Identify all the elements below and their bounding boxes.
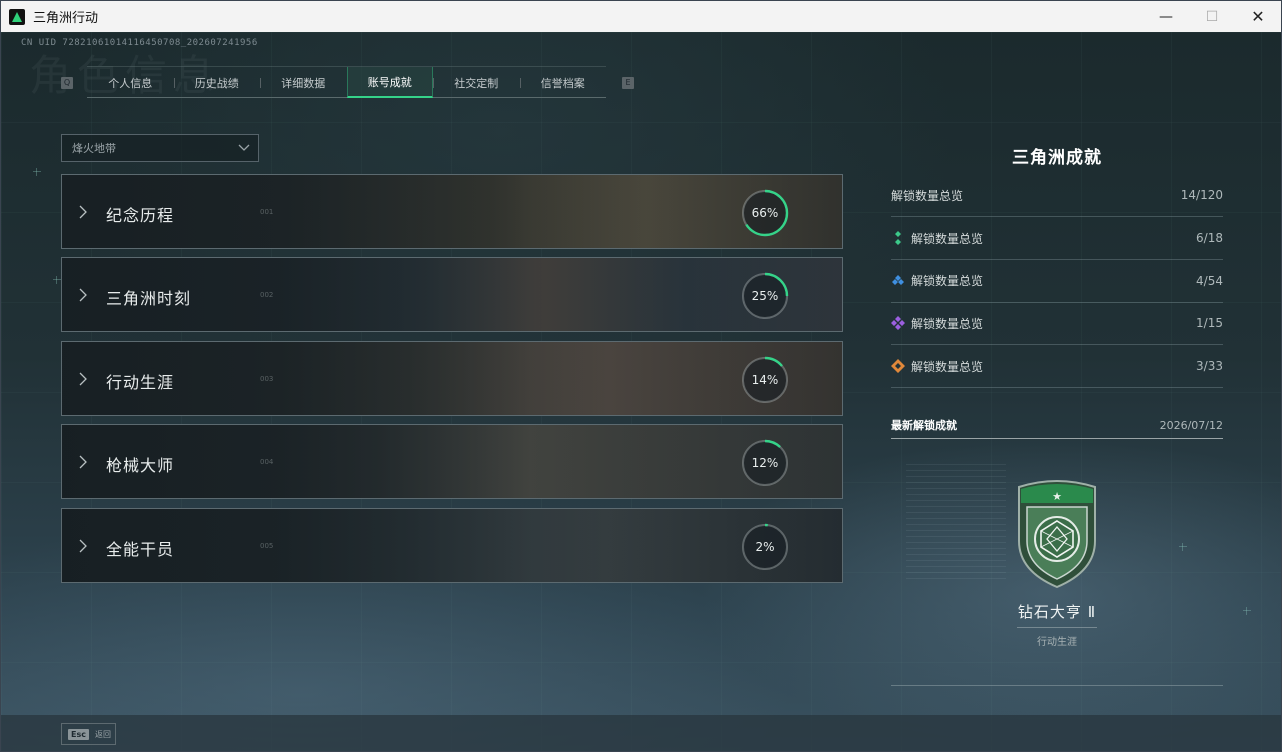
- deco-scanlines: [906, 464, 1006, 584]
- tab-prev-key-q[interactable]: Q: [61, 77, 73, 89]
- tier-value: 6/18: [1196, 231, 1223, 245]
- row-shade: [62, 425, 842, 499]
- achievement-category-row[interactable]: 三角洲时刻 002 25%: [61, 257, 843, 333]
- deco-crosshair: [1243, 607, 1251, 615]
- progress-percent: 12%: [751, 456, 779, 471]
- svg-text:★: ★: [1052, 490, 1062, 503]
- row-shade: [62, 341, 842, 415]
- category-index: 005: [260, 541, 274, 550]
- category-label: 纪念历程: [106, 206, 175, 225]
- category-index: 001: [260, 208, 274, 216]
- close-button[interactable]: ✕: [1235, 1, 1281, 32]
- achievement-badge-icon[interactable]: ★: [1013, 479, 1101, 589]
- achievement-category-row[interactable]: 全能干员 005 2%: [61, 507, 843, 583]
- tier-value: 3/33: [1196, 359, 1223, 374]
- blue-gem-icon: [892, 274, 904, 285]
- progress-percent: 66%: [751, 206, 779, 220]
- minimize-button[interactable]: —: [1143, 1, 1189, 32]
- divider: [1017, 627, 1097, 628]
- latest-achievement-header: 最新解锁成就 2026/07/12: [891, 412, 1223, 439]
- tier-value: 4/54: [1196, 273, 1223, 288]
- progress-percent: 2%: [755, 539, 775, 554]
- progress-percent: 25%: [751, 289, 779, 304]
- main-stage: 角色信息 CN UID 72821061014116450708_2026072…: [1, 32, 1281, 751]
- esc-key-hint: Esc: [68, 728, 89, 740]
- row-shade: [62, 508, 842, 582]
- summary-tier-row: 解锁数量总览 3/33: [891, 345, 1223, 389]
- account-uid: CN UID 72821061014116450708_202607241956: [21, 38, 258, 48]
- chevron-right-icon: [79, 455, 87, 469]
- chevron-right-icon: [79, 372, 87, 386]
- chevron-right-icon: [79, 539, 87, 553]
- tab-2[interactable]: 详细数据: [260, 67, 347, 98]
- summary-total-value: 14/120: [1180, 188, 1223, 202]
- summary-title: 三角洲成就: [1012, 148, 1102, 168]
- latest-achievement-category: 行动生涯: [1037, 637, 1077, 648]
- category-label: 行动生涯: [106, 372, 175, 392]
- summary-tier-row: 解锁数量总览 1/15: [891, 302, 1223, 346]
- divider: [891, 685, 1223, 686]
- category-index: 003: [260, 374, 274, 383]
- deco-crosshair: [1179, 543, 1187, 551]
- tab-0[interactable]: 个人信息: [87, 67, 174, 98]
- tier-label: 解锁数量总览: [911, 359, 984, 374]
- row-shade: [62, 175, 842, 248]
- mode-select-dropdown[interactable]: 烽火地带: [61, 134, 259, 162]
- back-label: 返回: [94, 729, 111, 739]
- title-bar: 三角洲行动 — ☐ ✕: [1, 1, 1281, 32]
- tab-4[interactable]: 社交定制: [433, 67, 520, 98]
- deco-crosshair: [53, 276, 61, 284]
- category-label: 枪械大师: [106, 456, 175, 476]
- achievement-category-row[interactable]: 纪念历程 001 66%: [61, 174, 843, 249]
- window-title: 三角洲行动: [33, 11, 99, 26]
- progress-percent: 14%: [751, 372, 779, 387]
- tier-label: 解锁数量总览: [911, 274, 984, 289]
- tier-label: 解锁数量总览: [911, 316, 984, 331]
- tab-bar: 个人信息 历史战绩 详细数据 账号成就 社交定制 信誉档案: [87, 66, 606, 98]
- green-gem-icon: [895, 231, 901, 245]
- latest-date: 2026/07/12: [1159, 418, 1223, 432]
- tab-next-key-e[interactable]: E: [622, 77, 634, 89]
- category-label: 三角洲时刻: [106, 289, 192, 309]
- tab-5[interactable]: 信誉档案: [519, 67, 607, 98]
- latest-heading: 最新解锁成就: [891, 419, 957, 432]
- tier-label: 解锁数量总览: [911, 231, 984, 246]
- summary-total-label: 解锁数量总览: [891, 188, 964, 203]
- chevron-right-icon: [79, 288, 87, 302]
- achievement-category-row[interactable]: 枪械大师 004 12%: [61, 424, 843, 500]
- tab-3[interactable]: 账号成就: [346, 67, 433, 98]
- latest-achievement-name: 钻石大亨 Ⅱ: [1017, 603, 1097, 621]
- category-index: 002: [260, 291, 274, 300]
- tab-1[interactable]: 历史战绩: [173, 67, 261, 98]
- deco-crosshair: [33, 168, 41, 176]
- chevron-right-icon: [79, 205, 87, 219]
- summary-total-row: 解锁数量总览 14/120: [891, 174, 1223, 217]
- app-logo-icon: [9, 8, 25, 25]
- category-label: 全能干员: [106, 539, 175, 559]
- mode-select-value: 烽火地带: [72, 142, 116, 155]
- app-window: 三角洲行动 — ☐ ✕ 角色信息 CN UID 7282106101411645…: [0, 0, 1282, 752]
- footer-bar: Esc 返回: [1, 715, 1281, 751]
- summary-tier-row: 解锁数量总览 6/18: [891, 217, 1223, 260]
- summary-tier-row: 解锁数量总览 4/54: [891, 260, 1223, 303]
- chevron-down-icon: [238, 144, 250, 151]
- achievement-category-row[interactable]: 行动生涯 003 14%: [61, 340, 843, 416]
- orange-gem-icon: [891, 359, 905, 374]
- purple-gem-icon: [891, 316, 905, 331]
- category-index: 004: [260, 458, 274, 467]
- back-button[interactable]: Esc 返回: [61, 723, 116, 745]
- maximize-button[interactable]: ☐: [1189, 1, 1235, 32]
- tier-value: 1/15: [1196, 316, 1223, 331]
